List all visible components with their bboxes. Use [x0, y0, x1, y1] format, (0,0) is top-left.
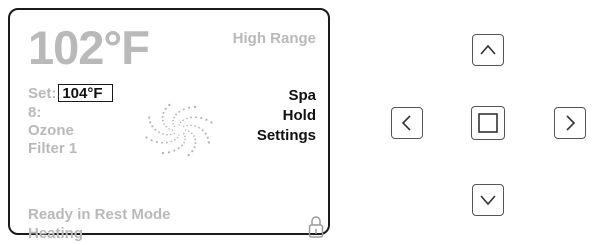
center-button[interactable]: [471, 106, 505, 140]
main-menu: Spa Hold Settings: [257, 86, 316, 146]
left-button[interactable]: [391, 107, 423, 139]
down-button[interactable]: [472, 184, 504, 216]
menu-item-hold[interactable]: Hold: [257, 106, 316, 126]
info-line-ozone: Ozone: [28, 122, 74, 139]
status-mode: Ready in Rest Mode: [28, 206, 171, 223]
spa-display-panel: 102°F High Range Set: 104°F 8: Ozone Fil…: [8, 8, 330, 242]
up-button[interactable]: [472, 34, 504, 66]
set-temperature-row: Set: 104°F: [28, 84, 114, 102]
menu-item-spa[interactable]: Spa: [257, 86, 316, 106]
right-button[interactable]: [554, 107, 586, 139]
lock-icon[interactable]: [308, 215, 324, 239]
chevron-left-icon: [401, 115, 411, 131]
chevron-down-icon: [480, 195, 496, 206]
info-line-time: 8:: [28, 104, 42, 121]
current-temperature: 102°F: [28, 21, 150, 74]
status-text: Ready in Rest Mode Heating: [28, 205, 171, 243]
set-label: Set:: [28, 84, 57, 102]
set-temperature-value[interactable]: 104°F: [58, 84, 114, 102]
square-icon: [478, 113, 498, 133]
chevron-right-icon: [566, 115, 576, 131]
info-lines: 8: Ozone Filter 1: [28, 104, 77, 158]
chevron-up-icon: [480, 44, 496, 55]
info-line-filter: Filter 1: [28, 140, 78, 157]
menu-item-settings[interactable]: Settings: [257, 126, 316, 146]
pump-swirl-icon: [145, 103, 213, 157]
status-heating: Heating: [28, 225, 84, 242]
range-label: High Range: [232, 30, 316, 47]
